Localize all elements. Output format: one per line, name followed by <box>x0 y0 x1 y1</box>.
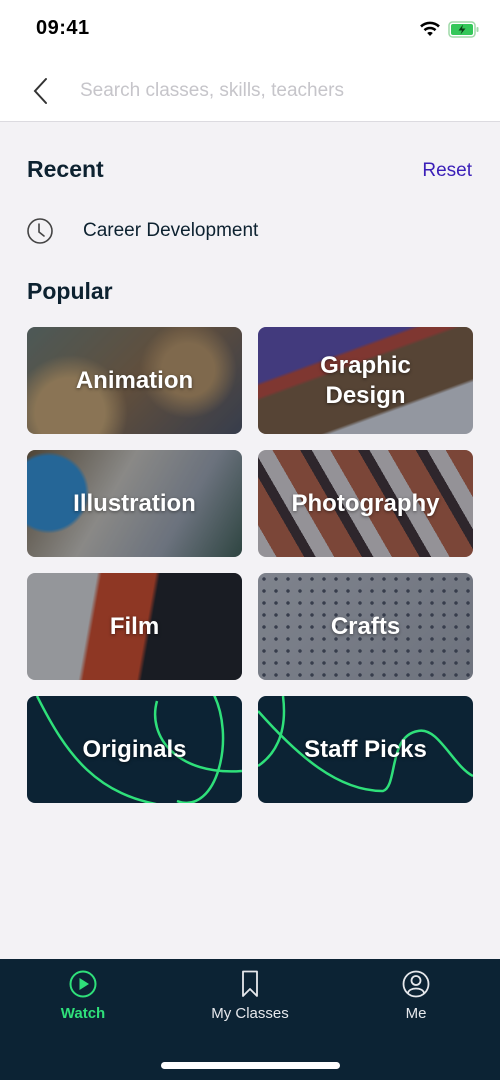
tile-label: Animation <box>75 366 194 394</box>
wifi-icon <box>420 21 440 36</box>
category-tile-graphic-design[interactable]: Graphic Design <box>258 327 473 434</box>
tab-label: My Classes <box>211 1005 289 1022</box>
bookmark-icon <box>242 970 258 997</box>
popular-heading: Popular <box>27 278 113 304</box>
clock-icon <box>27 218 53 244</box>
category-tile-photography[interactable]: Photography <box>258 450 473 557</box>
tile-label: Staff Picks <box>304 735 427 763</box>
home-indicator[interactable] <box>161 1062 340 1069</box>
tab-me[interactable]: Me <box>341 969 491 1029</box>
recent-search-label: Career Development <box>83 220 259 241</box>
reset-button[interactable]: Reset <box>422 160 472 182</box>
tab-watch[interactable]: Watch <box>8 969 158 1029</box>
play-circle-icon <box>69 970 97 998</box>
tile-label: Graphic Design <box>320 351 411 409</box>
tile-label: Originals <box>82 735 187 763</box>
recent-search-item[interactable]: Career Development <box>26 214 466 248</box>
status-time: 09:41 <box>36 17 90 39</box>
category-tile-illustration[interactable]: Illustration <box>27 450 242 557</box>
tab-label: Watch <box>60 1005 106 1022</box>
category-tile-film[interactable]: Film <box>27 573 242 680</box>
tile-label: Photography <box>291 489 440 517</box>
search-bar <box>0 60 500 122</box>
tab-label: Me <box>405 1005 427 1022</box>
chevron-left-icon[interactable] <box>30 76 52 106</box>
search-input[interactable] <box>80 74 480 108</box>
recent-heading: Recent <box>27 156 104 182</box>
category-tile-originals[interactable]: Originals <box>27 696 242 803</box>
category-grid: Animation Graphic Design Illustration Ph… <box>27 327 474 803</box>
tab-my-classes[interactable]: My Classes <box>175 969 325 1029</box>
tile-label: Crafts <box>330 612 401 640</box>
tile-label: Film <box>109 612 160 640</box>
category-tile-staff-picks[interactable]: Staff Picks <box>258 696 473 803</box>
category-tile-animation[interactable]: Animation <box>27 327 242 434</box>
status-bar: 09:41 <box>0 0 500 60</box>
tile-label: Illustration <box>73 489 196 517</box>
category-tile-crafts[interactable]: Crafts <box>258 573 473 680</box>
profile-icon <box>402 970 430 998</box>
battery-charging-icon <box>448 21 479 38</box>
